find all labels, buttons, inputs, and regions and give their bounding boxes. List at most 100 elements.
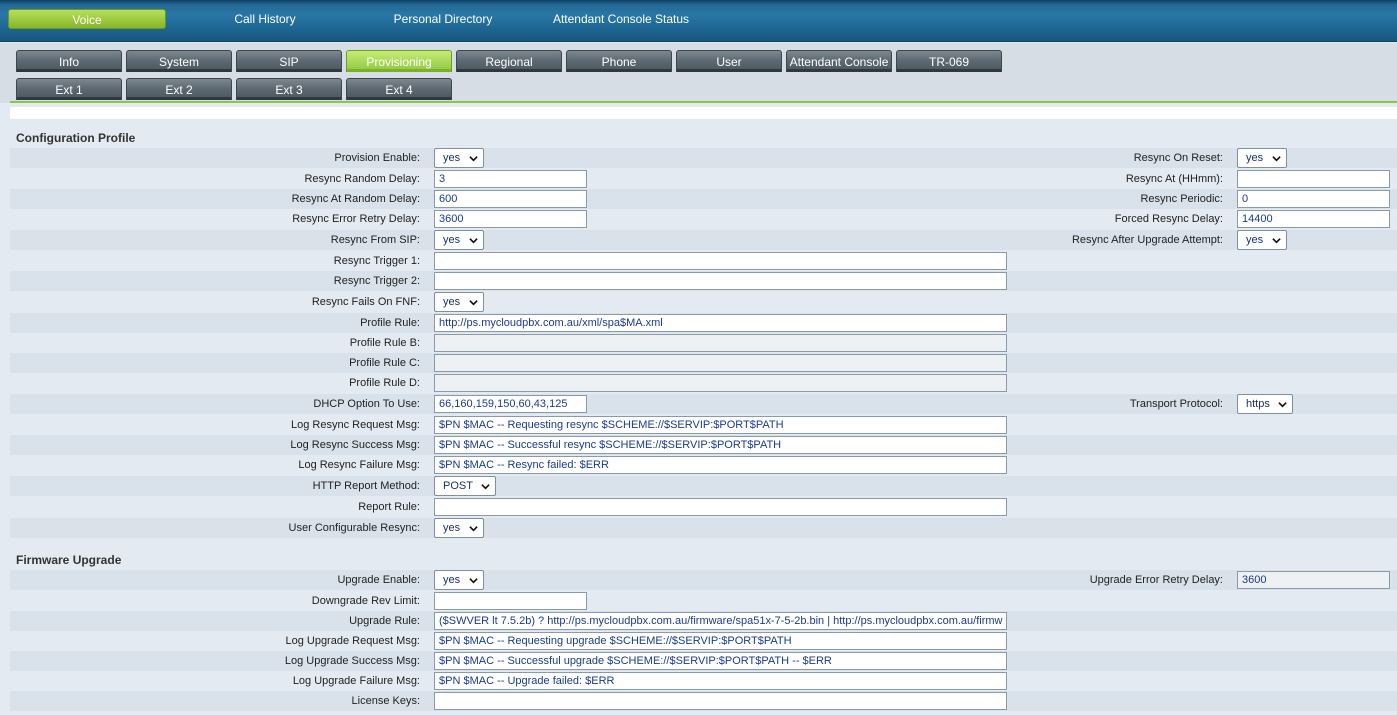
tab-ext-2[interactable]: Ext 2	[126, 78, 232, 100]
provision-enable-select[interactable]: yes	[434, 148, 484, 168]
resync-from-sip-select[interactable]: yes	[434, 230, 484, 250]
chevron-down-icon	[469, 238, 478, 244]
profile-rule-c-input[interactable]	[434, 354, 1007, 372]
profile-rule-d-label: Profile Rule D:	[349, 377, 420, 389]
resync-fails-on-fnf-select[interactable]: yes	[434, 292, 484, 312]
row-log-resync-success: Log Resync Success Msg: $PN $MAC -- Succ…	[10, 435, 1397, 455]
downgrade-rev-limit-input[interactable]	[434, 592, 587, 610]
row-upgrade-rule: Upgrade Rule: ($SWVER lt 7.5.2b) ? http:…	[10, 611, 1397, 631]
upgrade-enable-label: Upgrade Enable:	[337, 574, 420, 586]
chevron-down-icon	[469, 300, 478, 306]
resync-fails-on-fnf-value: yes	[443, 296, 461, 308]
resync-fails-on-fnf-label: Resync Fails On FNF:	[311, 296, 420, 308]
upgrade-error-retry-delay-input[interactable]: 3600	[1237, 571, 1390, 589]
resync-on-reset-value: yes	[1246, 152, 1264, 164]
resync-error-retry-delay-input[interactable]: 3600	[434, 210, 587, 228]
tab-ext-3[interactable]: Ext 3	[236, 78, 342, 100]
log-resync-request-input[interactable]: $PN $MAC -- Requesting resync $SCHEME://…	[434, 416, 1007, 434]
top-tab-voice[interactable]: Voice	[8, 9, 166, 29]
row-http-report-method: HTTP Report Method: POST	[10, 476, 1397, 496]
chevron-down-icon	[469, 526, 478, 532]
row-provision-enable: Provision Enable: yes Resync On Reset: y…	[10, 148, 1397, 168]
report-rule-input[interactable]	[434, 498, 1007, 516]
user-configurable-resync-select[interactable]: yes	[434, 518, 484, 538]
resync-trigger-1-input[interactable]	[434, 252, 1007, 270]
tab-info[interactable]: Info	[16, 50, 122, 72]
row-resync-from-sip: Resync From SIP: yes Resync After Upgrad…	[10, 230, 1397, 250]
dhcp-option-label: DHCP Option To Use:	[313, 398, 420, 410]
tab-ext-4[interactable]: Ext 4	[346, 78, 452, 100]
transport-protocol-select[interactable]: https	[1237, 394, 1293, 414]
profile-rule-b-input[interactable]	[434, 334, 1007, 352]
resync-at-input[interactable]	[1237, 170, 1390, 188]
license-keys-label: License Keys:	[351, 695, 420, 707]
profile-rule-b-label: Profile Rule B:	[349, 337, 420, 349]
profile-rule-d-input[interactable]	[434, 374, 1007, 392]
log-upgrade-success-input[interactable]: $PN $MAC -- Successful upgrade $SCHEME:/…	[434, 652, 1007, 670]
top-navigation: Voice Call History Personal Directory At…	[0, 0, 1397, 42]
upgrade-rule-input[interactable]: ($SWVER lt 7.5.2b) ? http://ps.mycloudpb…	[434, 612, 1007, 630]
upgrade-enable-value: yes	[443, 574, 461, 586]
log-resync-failure-input[interactable]: $PN $MAC -- Resync failed: $ERR	[434, 456, 1007, 474]
resync-periodic-input[interactable]: 0	[1237, 190, 1390, 208]
log-upgrade-failure-input[interactable]: $PN $MAC -- Upgrade failed: $ERR	[434, 672, 1007, 690]
resync-after-upgrade-select[interactable]: yes	[1237, 230, 1287, 250]
top-tab-attendant-console-status[interactable]: Attendant Console Status	[545, 9, 697, 29]
row-resync-random-delay: Resync Random Delay: 3 Resync At (HHmm):	[10, 169, 1397, 189]
tab-attendant-console[interactable]: Attendant Console	[786, 50, 892, 72]
row-profile-rule-b: Profile Rule B:	[10, 333, 1397, 353]
log-resync-success-input[interactable]: $PN $MAC -- Successful resync $SCHEME://…	[434, 436, 1007, 454]
resync-random-delay-input[interactable]: 3	[434, 170, 587, 188]
tab-area: Info System SIP Provisioning Regional Ph…	[0, 43, 1397, 103]
chevron-down-icon	[469, 156, 478, 162]
log-upgrade-request-input[interactable]: $PN $MAC -- Requesting upgrade $SCHEME:/…	[434, 632, 1007, 650]
row-report-rule: Report Rule:	[10, 497, 1397, 517]
tab-regional[interactable]: Regional	[456, 50, 562, 72]
tab-tr-069[interactable]: TR-069	[896, 50, 1002, 72]
transport-protocol-value: https	[1246, 398, 1270, 410]
resync-random-delay-label: Resync Random Delay:	[304, 173, 420, 185]
upgrade-rule-label: Upgrade Rule:	[349, 615, 420, 627]
dhcp-option-input[interactable]: 66,160,159,150,60,43,125	[434, 395, 587, 413]
forced-resync-delay-input[interactable]: 14400	[1237, 210, 1390, 228]
profile-rule-input[interactable]: http://ps.mycloudpbx.com.au/xml/spa$MA.x…	[434, 314, 1007, 332]
chevron-down-icon	[1272, 238, 1281, 244]
row-profile-rule-d: Profile Rule D:	[10, 373, 1397, 393]
log-resync-success-label: Log Resync Success Msg:	[290, 439, 420, 451]
tab-system[interactable]: System	[126, 50, 232, 72]
tab-phone[interactable]: Phone	[566, 50, 672, 72]
upgrade-error-retry-delay-label: Upgrade Error Retry Delay:	[1089, 574, 1223, 586]
upgrade-enable-select[interactable]: yes	[434, 570, 484, 590]
row-user-configurable-resync: User Configurable Resync: yes	[10, 518, 1397, 538]
tab-user[interactable]: User	[676, 50, 782, 72]
spacer-strip	[10, 107, 1397, 119]
chevron-down-icon	[481, 484, 490, 490]
section-title-firmware-upgrade: Firmware Upgrade	[16, 553, 122, 567]
tab-ext-1[interactable]: Ext 1	[16, 78, 122, 100]
top-tab-call-history[interactable]: Call History	[205, 9, 325, 29]
resync-on-reset-select[interactable]: yes	[1237, 148, 1287, 168]
resync-trigger-1-label: Resync Trigger 1:	[333, 255, 420, 267]
chevron-down-icon	[469, 578, 478, 584]
row-resync-at-random-delay: Resync At Random Delay: 600 Resync Perio…	[10, 189, 1397, 209]
log-upgrade-failure-label: Log Upgrade Failure Msg:	[292, 675, 420, 687]
resync-at-random-delay-input[interactable]: 600	[434, 190, 587, 208]
tab-provisioning[interactable]: Provisioning	[346, 50, 452, 72]
top-tab-personal-directory[interactable]: Personal Directory	[383, 9, 503, 29]
resync-error-retry-delay-label: Resync Error Retry Delay:	[292, 213, 420, 225]
provision-enable-label: Provision Enable:	[334, 152, 420, 164]
log-resync-failure-label: Log Resync Failure Msg:	[298, 459, 420, 471]
license-keys-input[interactable]	[434, 692, 1007, 710]
forced-resync-delay-label: Forced Resync Delay:	[1114, 213, 1223, 225]
tab-sip[interactable]: SIP	[236, 50, 342, 72]
resync-trigger-2-input[interactable]	[434, 272, 1007, 290]
http-report-method-select[interactable]: POST	[434, 476, 496, 496]
section-title-configuration-profile: Configuration Profile	[16, 131, 136, 145]
user-configurable-resync-value: yes	[443, 522, 461, 534]
log-resync-request-label: Log Resync Request Msg:	[290, 419, 420, 431]
resync-at-label: Resync At (HHmm):	[1125, 173, 1223, 185]
row-profile-rule: Profile Rule: http://ps.mycloudpbx.com.a…	[10, 313, 1397, 333]
row-license-keys: License Keys:	[10, 691, 1397, 711]
resync-after-upgrade-label: Resync After Upgrade Attempt:	[1071, 234, 1223, 246]
tab-divider	[10, 101, 1397, 103]
